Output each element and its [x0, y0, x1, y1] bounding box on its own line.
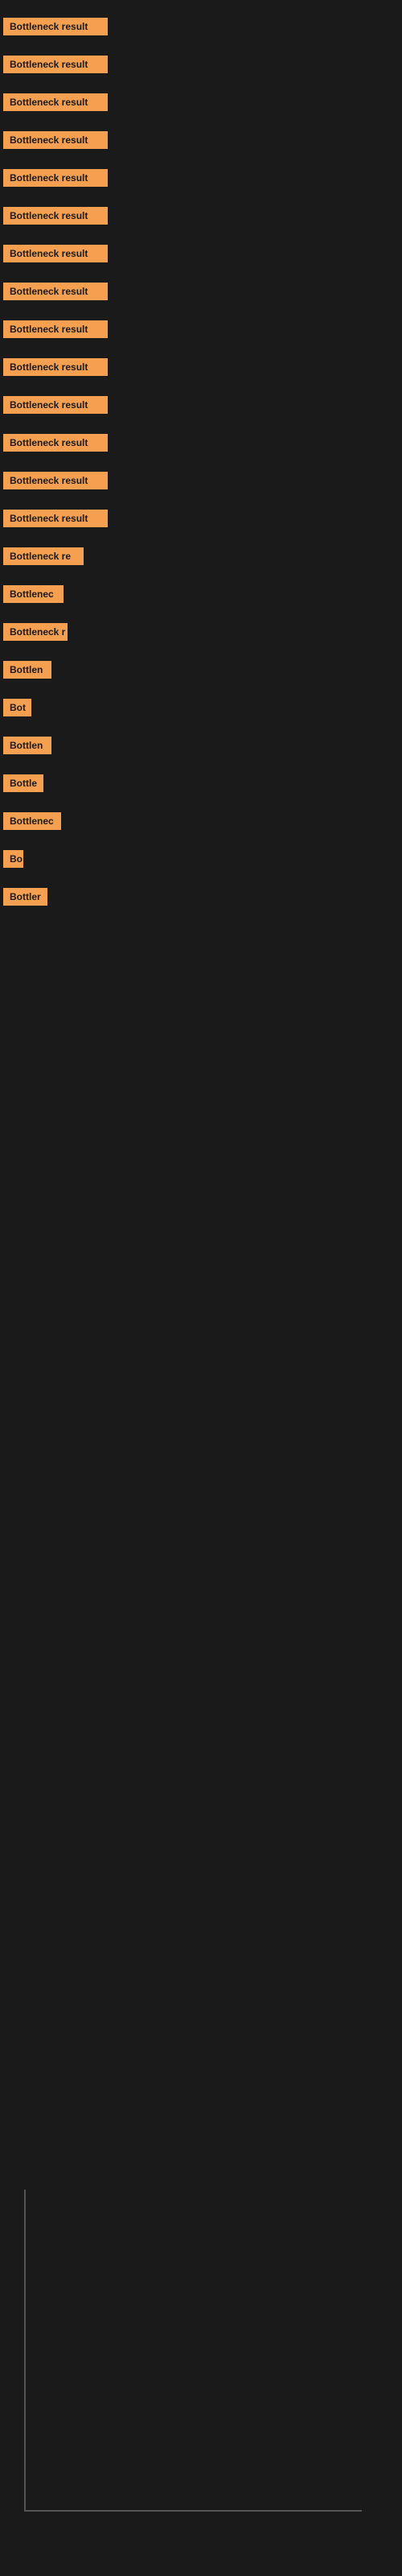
y-axis — [24, 2190, 26, 2512]
bar-row-1: Bottleneck result — [3, 10, 402, 47]
bar-row-15: Bottleneck re — [3, 539, 402, 577]
bar-row-23: Bo — [3, 842, 402, 880]
bottleneck-bar-21: Bottle — [3, 774, 43, 792]
bottleneck-bar-9: Bottleneck result — [3, 320, 108, 338]
bar-row-19: Bot — [3, 691, 402, 729]
bottleneck-bar-13: Bottleneck result — [3, 472, 108, 489]
bar-row-3: Bottleneck result — [3, 85, 402, 123]
bar-row-22: Bottlenec — [3, 804, 402, 842]
bar-row-20: Bottlen — [3, 729, 402, 766]
bars-container: Bottleneck result Bottleneck result Bottle… — [0, 10, 402, 918]
bottleneck-bar-18: Bottlen — [3, 661, 51, 679]
bottleneck-bar-17: Bottleneck r — [3, 623, 68, 641]
bottleneck-bar-20: Bottlen — [3, 737, 51, 754]
bar-row-8: Bottleneck result — [3, 275, 402, 312]
bar-row-4: Bottleneck result — [3, 123, 402, 161]
bottleneck-bar-2: Bottleneck result — [3, 56, 108, 73]
bottleneck-bar-24: Bottler — [3, 888, 47, 906]
bottleneck-bar-6: Bottleneck result — [3, 207, 108, 225]
bottleneck-bar-10: Bottleneck result — [3, 358, 108, 376]
bar-row-9: Bottleneck result — [3, 312, 402, 350]
bottleneck-bar-16: Bottlenec — [3, 585, 64, 603]
bar-row-24: Bottler — [3, 880, 402, 918]
bar-row-21: Bottle — [3, 766, 402, 804]
bottleneck-bar-11: Bottleneck result — [3, 396, 108, 414]
x-axis — [24, 2510, 362, 2512]
bottleneck-bar-5: Bottleneck result — [3, 169, 108, 187]
bar-row-16: Bottlenec — [3, 577, 402, 615]
bar-row-7: Bottleneck result — [3, 237, 402, 275]
bar-row-2: Bottleneck result — [3, 47, 402, 85]
bottleneck-bar-14: Bottleneck result — [3, 510, 108, 527]
bottleneck-bar-22: Bottlenec — [3, 812, 61, 830]
bottleneck-bar-4: Bottleneck result — [3, 131, 108, 149]
bottleneck-bar-23: Bo — [3, 850, 23, 868]
bar-row-6: Bottleneck result — [3, 199, 402, 237]
bar-row-17: Bottleneck r — [3, 615, 402, 653]
bottleneck-bar-3: Bottleneck result — [3, 93, 108, 111]
bar-row-12: Bottleneck result — [3, 426, 402, 464]
bottleneck-bar-15: Bottleneck re — [3, 547, 84, 565]
bar-row-18: Bottlen — [3, 653, 402, 691]
site-title — [0, 0, 402, 10]
bar-row-5: Bottleneck result — [3, 161, 402, 199]
bar-row-10: Bottleneck result — [3, 350, 402, 388]
bar-row-11: Bottleneck result — [3, 388, 402, 426]
bottleneck-bar-8: Bottleneck result — [3, 283, 108, 300]
page-wrapper: Bottleneck result Bottleneck result Bottle… — [0, 0, 402, 2576]
bottleneck-bar-19: Bot — [3, 699, 31, 716]
bottleneck-bar-1: Bottleneck result — [3, 18, 108, 35]
bottleneck-bar-7: Bottleneck result — [3, 245, 108, 262]
bottleneck-bar-12: Bottleneck result — [3, 434, 108, 452]
bar-row-13: Bottleneck result — [3, 464, 402, 502]
bar-row-14: Bottleneck result — [3, 502, 402, 539]
